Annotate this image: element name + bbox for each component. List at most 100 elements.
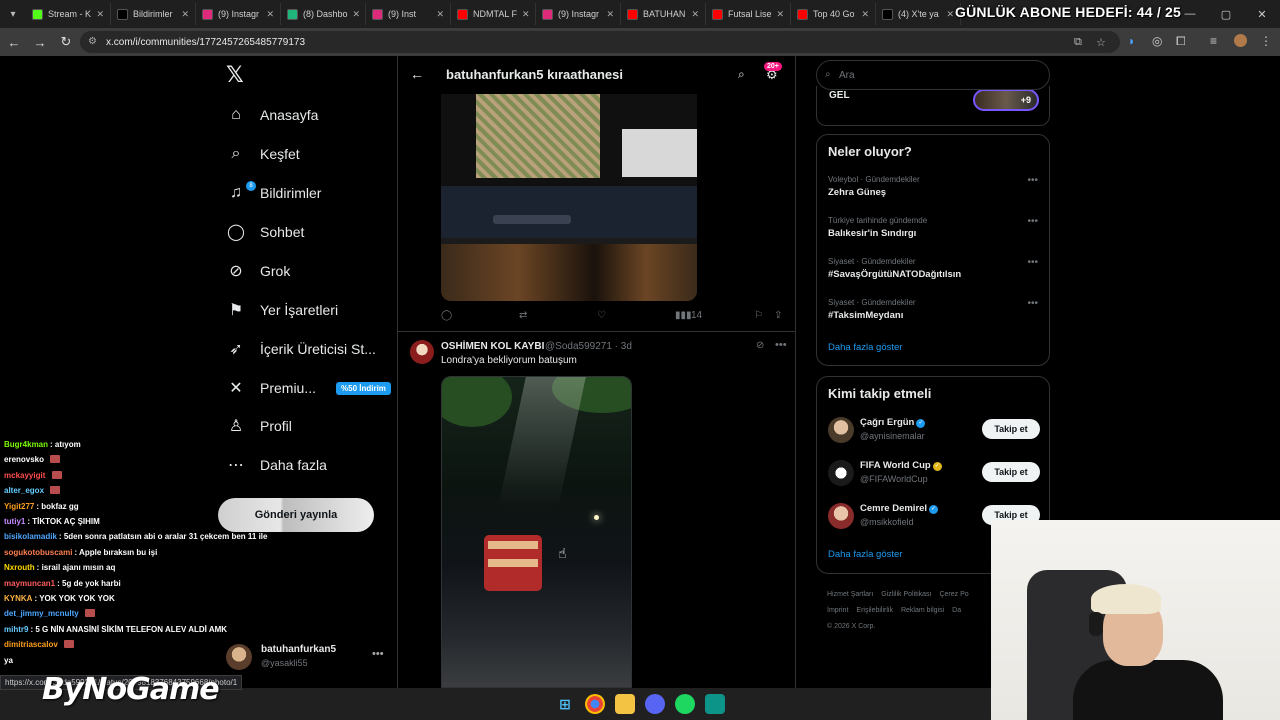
back-arrow-icon[interactable]: ←	[2, 30, 26, 54]
footer-link[interactable]: Da	[952, 607, 961, 614]
more-dots-icon[interactable]: •••	[372, 648, 384, 660]
suggested-user-name[interactable]: FIFA World Cup	[860, 460, 931, 471]
tweet-time[interactable]: 3d	[621, 341, 632, 352]
browser-tab[interactable]: Top 40 Go ✕	[791, 3, 876, 25]
tweet-author-avatar[interactable]	[410, 340, 434, 364]
who-to-follow-item[interactable]: Çağrı Ergün ✓ @aynisinemalar Takip et	[828, 415, 1040, 447]
follow-button[interactable]: Takip et	[982, 462, 1040, 482]
retweet-icon[interactable]: ⇄	[519, 310, 527, 321]
like-icon[interactable]: ♡	[597, 310, 606, 321]
tab-close-icon[interactable]: ✕	[777, 9, 785, 20]
tab-close-icon[interactable]: ✕	[96, 9, 104, 20]
footer-link[interactable]: Çerez Po	[939, 591, 968, 598]
who-show-more-link[interactable]: Daha fazla göster	[828, 549, 902, 560]
trend-item[interactable]: Türkiye tarihinde gündemde Balıkesir'in S…	[828, 216, 1038, 246]
tab-close-icon[interactable]: ✕	[436, 9, 444, 20]
tweet-author-handle[interactable]: @Soda599271	[545, 341, 612, 352]
browser-tab[interactable]: (9) Instagr ✕	[196, 3, 281, 25]
footer-link[interactable]: Erişilebilirlik	[856, 607, 893, 614]
tab-close-icon[interactable]: ✕	[266, 9, 274, 20]
tab-search-icon[interactable]: ▾	[0, 0, 26, 28]
chat-username[interactable]: KYNKA	[4, 594, 32, 603]
browser-tab[interactable]: Bildirimler ✕	[111, 3, 196, 25]
chat-username[interactable]: alter_egox	[4, 486, 44, 495]
extension-2-icon[interactable]: ◎	[1152, 34, 1162, 48]
trend-item[interactable]: Siyaset · Gündemdekiler #TaksimMeydanı •••	[828, 298, 1038, 328]
chat-username[interactable]: mihtr9	[4, 625, 28, 634]
suggested-user-name[interactable]: Cemre Demirel	[860, 503, 927, 514]
nav-item-bell[interactable]: ♫ 8 Bildirimler	[218, 178, 321, 208]
trends-show-more-link[interactable]: Daha fazla göster	[828, 342, 902, 353]
follow-button[interactable]: Takip et	[982, 419, 1040, 439]
more-dots-icon[interactable]: •••	[775, 339, 787, 351]
bookmark-icon[interactable]: ⚐	[754, 310, 763, 321]
back-arrow-icon[interactable]: ←	[410, 66, 424, 82]
chat-username[interactable]: maymuncan1	[4, 579, 55, 588]
footer-link[interactable]: Hizmet Şartları	[827, 591, 873, 598]
footer-link[interactable]: Reklam bilgisi	[901, 607, 944, 614]
browser-tab[interactable]: (4) X'te ya ✕	[876, 3, 961, 25]
chat-username[interactable]: sogukotobuscami	[4, 548, 72, 557]
footer-link[interactable]: İmprint	[827, 607, 848, 614]
nav-item-bookmark[interactable]: ⚑ Yer İşaretleri	[218, 295, 338, 325]
browser-menu-icon[interactable]: ⋮	[1260, 34, 1272, 48]
suggested-user-name[interactable]: Çağrı Ergün	[860, 417, 914, 428]
browser-tab[interactable]: Stream - K ✕	[26, 3, 111, 25]
app-icon[interactable]	[705, 694, 725, 714]
windows-start-icon[interactable]: ⊞	[555, 694, 575, 714]
footer-link[interactable]: Gizlilik Politikası	[881, 591, 931, 598]
install-app-icon[interactable]: ⧉	[1074, 36, 1082, 49]
x-logo-icon[interactable]: 𝕏	[226, 64, 248, 86]
bookmark-star-icon[interactable]: ☆	[1096, 36, 1106, 49]
grok-icon[interactable]: ⊘	[756, 340, 764, 351]
nav-item-home[interactable]: ⌂ Anasayfa	[218, 100, 318, 130]
site-info-icon[interactable]: ⚙	[88, 36, 100, 48]
nav-item-chat[interactable]: ◯ Sohbet	[218, 217, 304, 247]
browser-tab[interactable]: (8) Dashbo ✕	[281, 3, 366, 25]
footer-link[interactable]: © 2026 X Corp.	[827, 623, 875, 630]
reload-icon[interactable]: ↻	[54, 30, 78, 54]
search-icon[interactable]: ⌕	[738, 67, 745, 82]
chat-username[interactable]: mckayyigit	[4, 471, 45, 480]
chrome-icon[interactable]	[585, 694, 605, 714]
chat-username[interactable]: dimitriascalov	[4, 640, 58, 649]
profile-avatar[interactable]	[1234, 34, 1247, 47]
share-icon[interactable]: ⇪	[774, 310, 782, 321]
trend-item[interactable]: Voleybol · Gündemdekiler Zehra Güneş •••	[828, 175, 1038, 205]
reply-icon[interactable]: ◯	[441, 310, 452, 321]
more-dots-icon[interactable]: •••	[1027, 257, 1038, 268]
more-dots-icon[interactable]: •••	[1027, 216, 1038, 227]
tweet-media-image[interactable]	[441, 376, 632, 688]
chat-username[interactable]: tutiy1	[4, 517, 25, 526]
search-input[interactable]: ⌕ Ara	[816, 60, 1050, 90]
browser-tab[interactable]: Futsal Lise ✕	[706, 3, 791, 25]
tab-close-icon[interactable]: ✕	[946, 9, 954, 20]
tab-close-icon[interactable]: ✕	[353, 9, 361, 20]
close-window-icon[interactable]: ✕	[1244, 0, 1280, 28]
avatar[interactable]	[828, 417, 854, 443]
maximize-icon[interactable]: ▢	[1208, 0, 1244, 28]
avatar[interactable]	[828, 503, 854, 529]
who-to-follow-item[interactable]: FIFA World Cup ✓ @FIFAWorldCup Takip et	[828, 458, 1040, 490]
tab-close-icon[interactable]: ✕	[606, 9, 614, 20]
trend-item[interactable]: Siyaset · Gündemdekiler #SavaşÖrgütüNATOD…	[828, 257, 1038, 287]
tab-close-icon[interactable]: ✕	[861, 9, 869, 20]
browser-tab[interactable]: BATUHAN ✕	[621, 3, 706, 25]
tweet-author-name[interactable]: OSHİMEN KOL KAYBI	[441, 341, 544, 352]
tab-close-icon[interactable]: ✕	[522, 9, 530, 20]
spotify-icon[interactable]	[675, 694, 695, 714]
chat-username[interactable]: erenovsko	[4, 455, 44, 464]
chat-username[interactable]: Nxrouth	[4, 563, 35, 572]
nav-item-rocket[interactable]: ➶ İçerik Üreticisi St...	[218, 334, 376, 364]
nav-item-search[interactable]: ⌕ Keşfet	[218, 139, 300, 169]
avatar[interactable]	[828, 460, 854, 486]
reading-list-icon[interactable]: ≡	[1210, 34, 1217, 48]
browser-tab[interactable]: NDMTAL F ✕	[451, 3, 536, 25]
chat-username[interactable]: Bugr4kman	[4, 440, 48, 449]
chat-username[interactable]: bisikolamadik	[4, 532, 57, 541]
nav-item-grok[interactable]: ⊘ Grok	[218, 256, 290, 286]
nav-item-x[interactable]: ✕ Premiu... %50 İndirim	[218, 373, 391, 403]
more-dots-icon[interactable]: •••	[1027, 175, 1038, 186]
chat-username[interactable]: Yigit277	[4, 502, 34, 511]
views-icon[interactable]: ▮▮▮	[675, 310, 692, 321]
